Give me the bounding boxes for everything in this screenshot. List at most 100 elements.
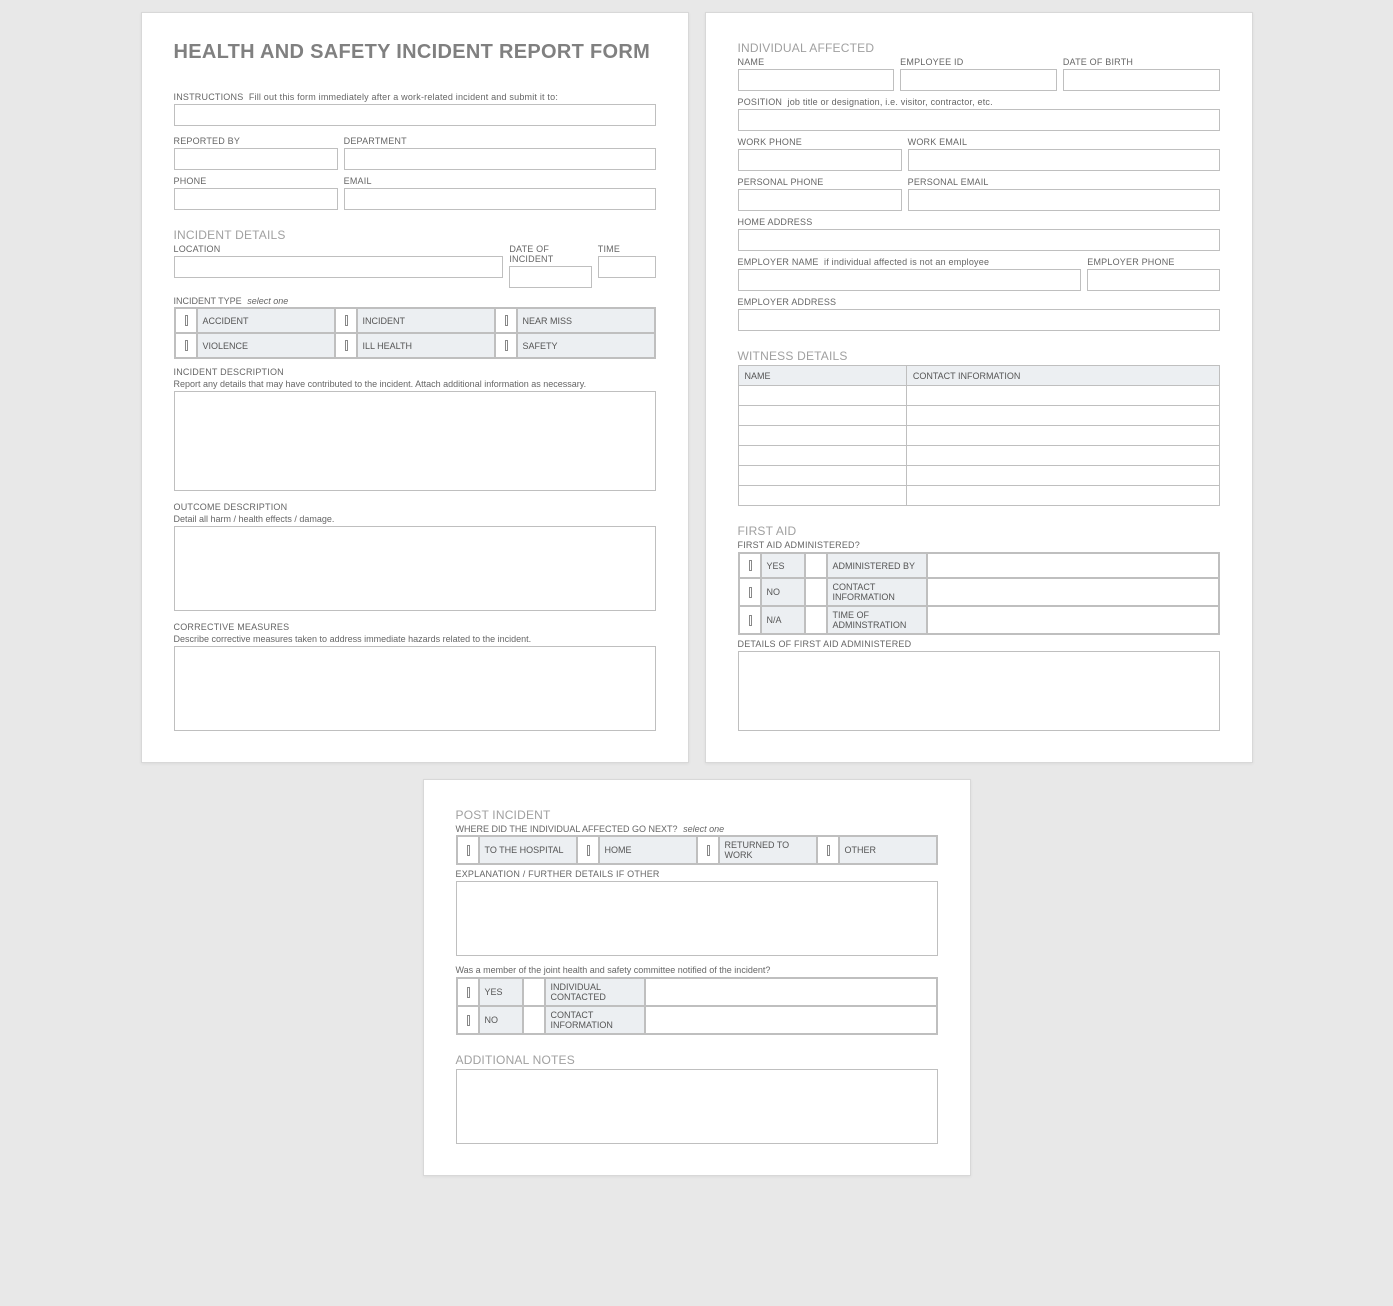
fa-time-input[interactable] <box>928 607 1218 633</box>
witness-contact-cell[interactable] <box>906 386 1219 406</box>
instructions-field[interactable] <box>174 104 656 126</box>
comm-yes-check[interactable] <box>457 978 479 1006</box>
fa-no-check[interactable] <box>739 578 761 606</box>
witness-row <box>738 466 1219 486</box>
witness-name-cell[interactable] <box>738 406 906 426</box>
incident-desc-textarea[interactable] <box>174 391 656 491</box>
comm-contact-input[interactable] <box>646 1007 936 1033</box>
witness-contact-cell[interactable] <box>906 426 1219 446</box>
comm-individual-label: INDIVIDUAL CONTACTED <box>545 978 645 1006</box>
witness-col-name: NAME <box>738 366 906 386</box>
post-explanation-textarea[interactable] <box>456 881 938 956</box>
where-home: HOME <box>599 836 697 864</box>
witness-contact-cell[interactable] <box>906 406 1219 426</box>
check-incident[interactable] <box>335 308 357 333</box>
witness-name-cell[interactable] <box>738 466 906 486</box>
witness-contact-cell[interactable] <box>906 466 1219 486</box>
reported-by-label: REPORTED BY <box>174 136 338 146</box>
incident-desc-sub: Report any details that may have contrib… <box>174 379 656 389</box>
fa-yes: YES <box>761 553 805 578</box>
ind-empid-input[interactable] <box>900 69 1057 91</box>
check-accident[interactable] <box>175 308 197 333</box>
incident-type-label: INCIDENT TYPE <box>174 296 242 306</box>
workemail-label: WORK EMAIL <box>908 137 1220 147</box>
position-label: POSITION job title or designation, i.e. … <box>738 97 1220 107</box>
check-nearmiss[interactable] <box>495 308 517 333</box>
firstaid-question: FIRST AID ADMINISTERED? <box>738 540 1220 550</box>
where-work: RETURNED TO WORK <box>719 836 817 864</box>
fa-yes-check[interactable] <box>739 553 761 578</box>
where-hosp-check[interactable] <box>457 836 479 864</box>
position-input[interactable] <box>738 109 1220 131</box>
ind-name-label: NAME <box>738 57 895 67</box>
opt-accident: ACCIDENT <box>197 308 335 333</box>
witness-contact-cell[interactable] <box>906 446 1219 466</box>
where-other-check[interactable] <box>817 836 839 864</box>
workemail-input[interactable] <box>908 149 1220 171</box>
empphone-label: EMPLOYER PHONE <box>1087 257 1219 267</box>
email-input[interactable] <box>344 188 656 210</box>
witness-name-cell[interactable] <box>738 446 906 466</box>
opt-safety: SAFETY <box>517 333 655 358</box>
comm-no: NO <box>479 1006 523 1034</box>
check-violence[interactable] <box>175 333 197 358</box>
department-label: DEPARTMENT <box>344 136 656 146</box>
persphone-input[interactable] <box>738 189 902 211</box>
notes-textarea[interactable] <box>456 1069 938 1144</box>
witness-contact-cell[interactable] <box>906 486 1219 506</box>
empphone-input[interactable] <box>1087 269 1219 291</box>
comm-individual-input[interactable] <box>646 979 936 1005</box>
witness-name-cell[interactable] <box>738 426 906 446</box>
time-label: TIME <box>598 244 656 254</box>
homeaddr-label: HOME ADDRESS <box>738 217 1220 227</box>
witness-col-contact: CONTACT INFORMATION <box>906 366 1219 386</box>
comm-no-check[interactable] <box>457 1006 479 1034</box>
homeaddr-input[interactable] <box>738 229 1220 251</box>
persemail-input[interactable] <box>908 189 1220 211</box>
location-label: LOCATION <box>174 244 504 254</box>
where-work-check[interactable] <box>697 836 719 864</box>
fa-contact-input[interactable] <box>928 579 1218 605</box>
witness-name-cell[interactable] <box>738 386 906 406</box>
witness-name-cell[interactable] <box>738 486 906 506</box>
where-home-check[interactable] <box>577 836 599 864</box>
fa-no: NO <box>761 578 805 606</box>
fa-details-textarea[interactable] <box>738 651 1220 731</box>
incident-details-heading: INCIDENT DETAILS <box>174 228 656 242</box>
check-safety[interactable] <box>495 333 517 358</box>
reported-by-input[interactable] <box>174 148 338 170</box>
time-input[interactable] <box>598 256 656 278</box>
department-input[interactable] <box>344 148 656 170</box>
where-hosp: TO THE HOSPITAL <box>479 836 577 864</box>
fa-contact-label: CONTACT INFORMATION <box>827 578 927 606</box>
ind-dob-input[interactable] <box>1063 69 1220 91</box>
phone-input[interactable] <box>174 188 338 210</box>
location-input[interactable] <box>174 256 504 278</box>
comm-yes: YES <box>479 978 523 1006</box>
workphone-input[interactable] <box>738 149 902 171</box>
fa-adminby-input[interactable] <box>928 554 1218 577</box>
ind-name-input[interactable] <box>738 69 895 91</box>
witness-table: NAME CONTACT INFORMATION <box>738 365 1220 506</box>
incident-type-hint: select one <box>247 296 288 306</box>
outcome-textarea[interactable] <box>174 526 656 611</box>
empname-input[interactable] <box>738 269 1082 291</box>
corrective-sub: Describe corrective measures taken to ad… <box>174 634 656 644</box>
witness-row <box>738 486 1219 506</box>
empaddr-input[interactable] <box>738 309 1220 331</box>
check-illhealth[interactable] <box>335 333 357 358</box>
outcome-sub: Detail all harm / health effects / damag… <box>174 514 656 524</box>
witness-heading: WITNESS DETAILS <box>738 349 1220 363</box>
corrective-textarea[interactable] <box>174 646 656 731</box>
date-input[interactable] <box>509 266 591 288</box>
ind-dob-label: DATE OF BIRTH <box>1063 57 1220 67</box>
workphone-label: WORK PHONE <box>738 137 902 147</box>
firstaid-grid: YES ADMINISTERED BY NO CONTACT INFORMATI… <box>738 552 1220 635</box>
date-label: DATE OF INCIDENT <box>509 244 591 264</box>
ind-empid-label: EMPLOYEE ID <box>900 57 1057 67</box>
fa-na-check[interactable] <box>739 606 761 634</box>
witness-row <box>738 386 1219 406</box>
witness-row <box>738 446 1219 466</box>
instructions-label: INSTRUCTIONS Fill out this form immediat… <box>174 92 656 102</box>
page-2: INDIVIDUAL AFFECTED NAME EMPLOYEE ID DAT… <box>705 12 1253 763</box>
